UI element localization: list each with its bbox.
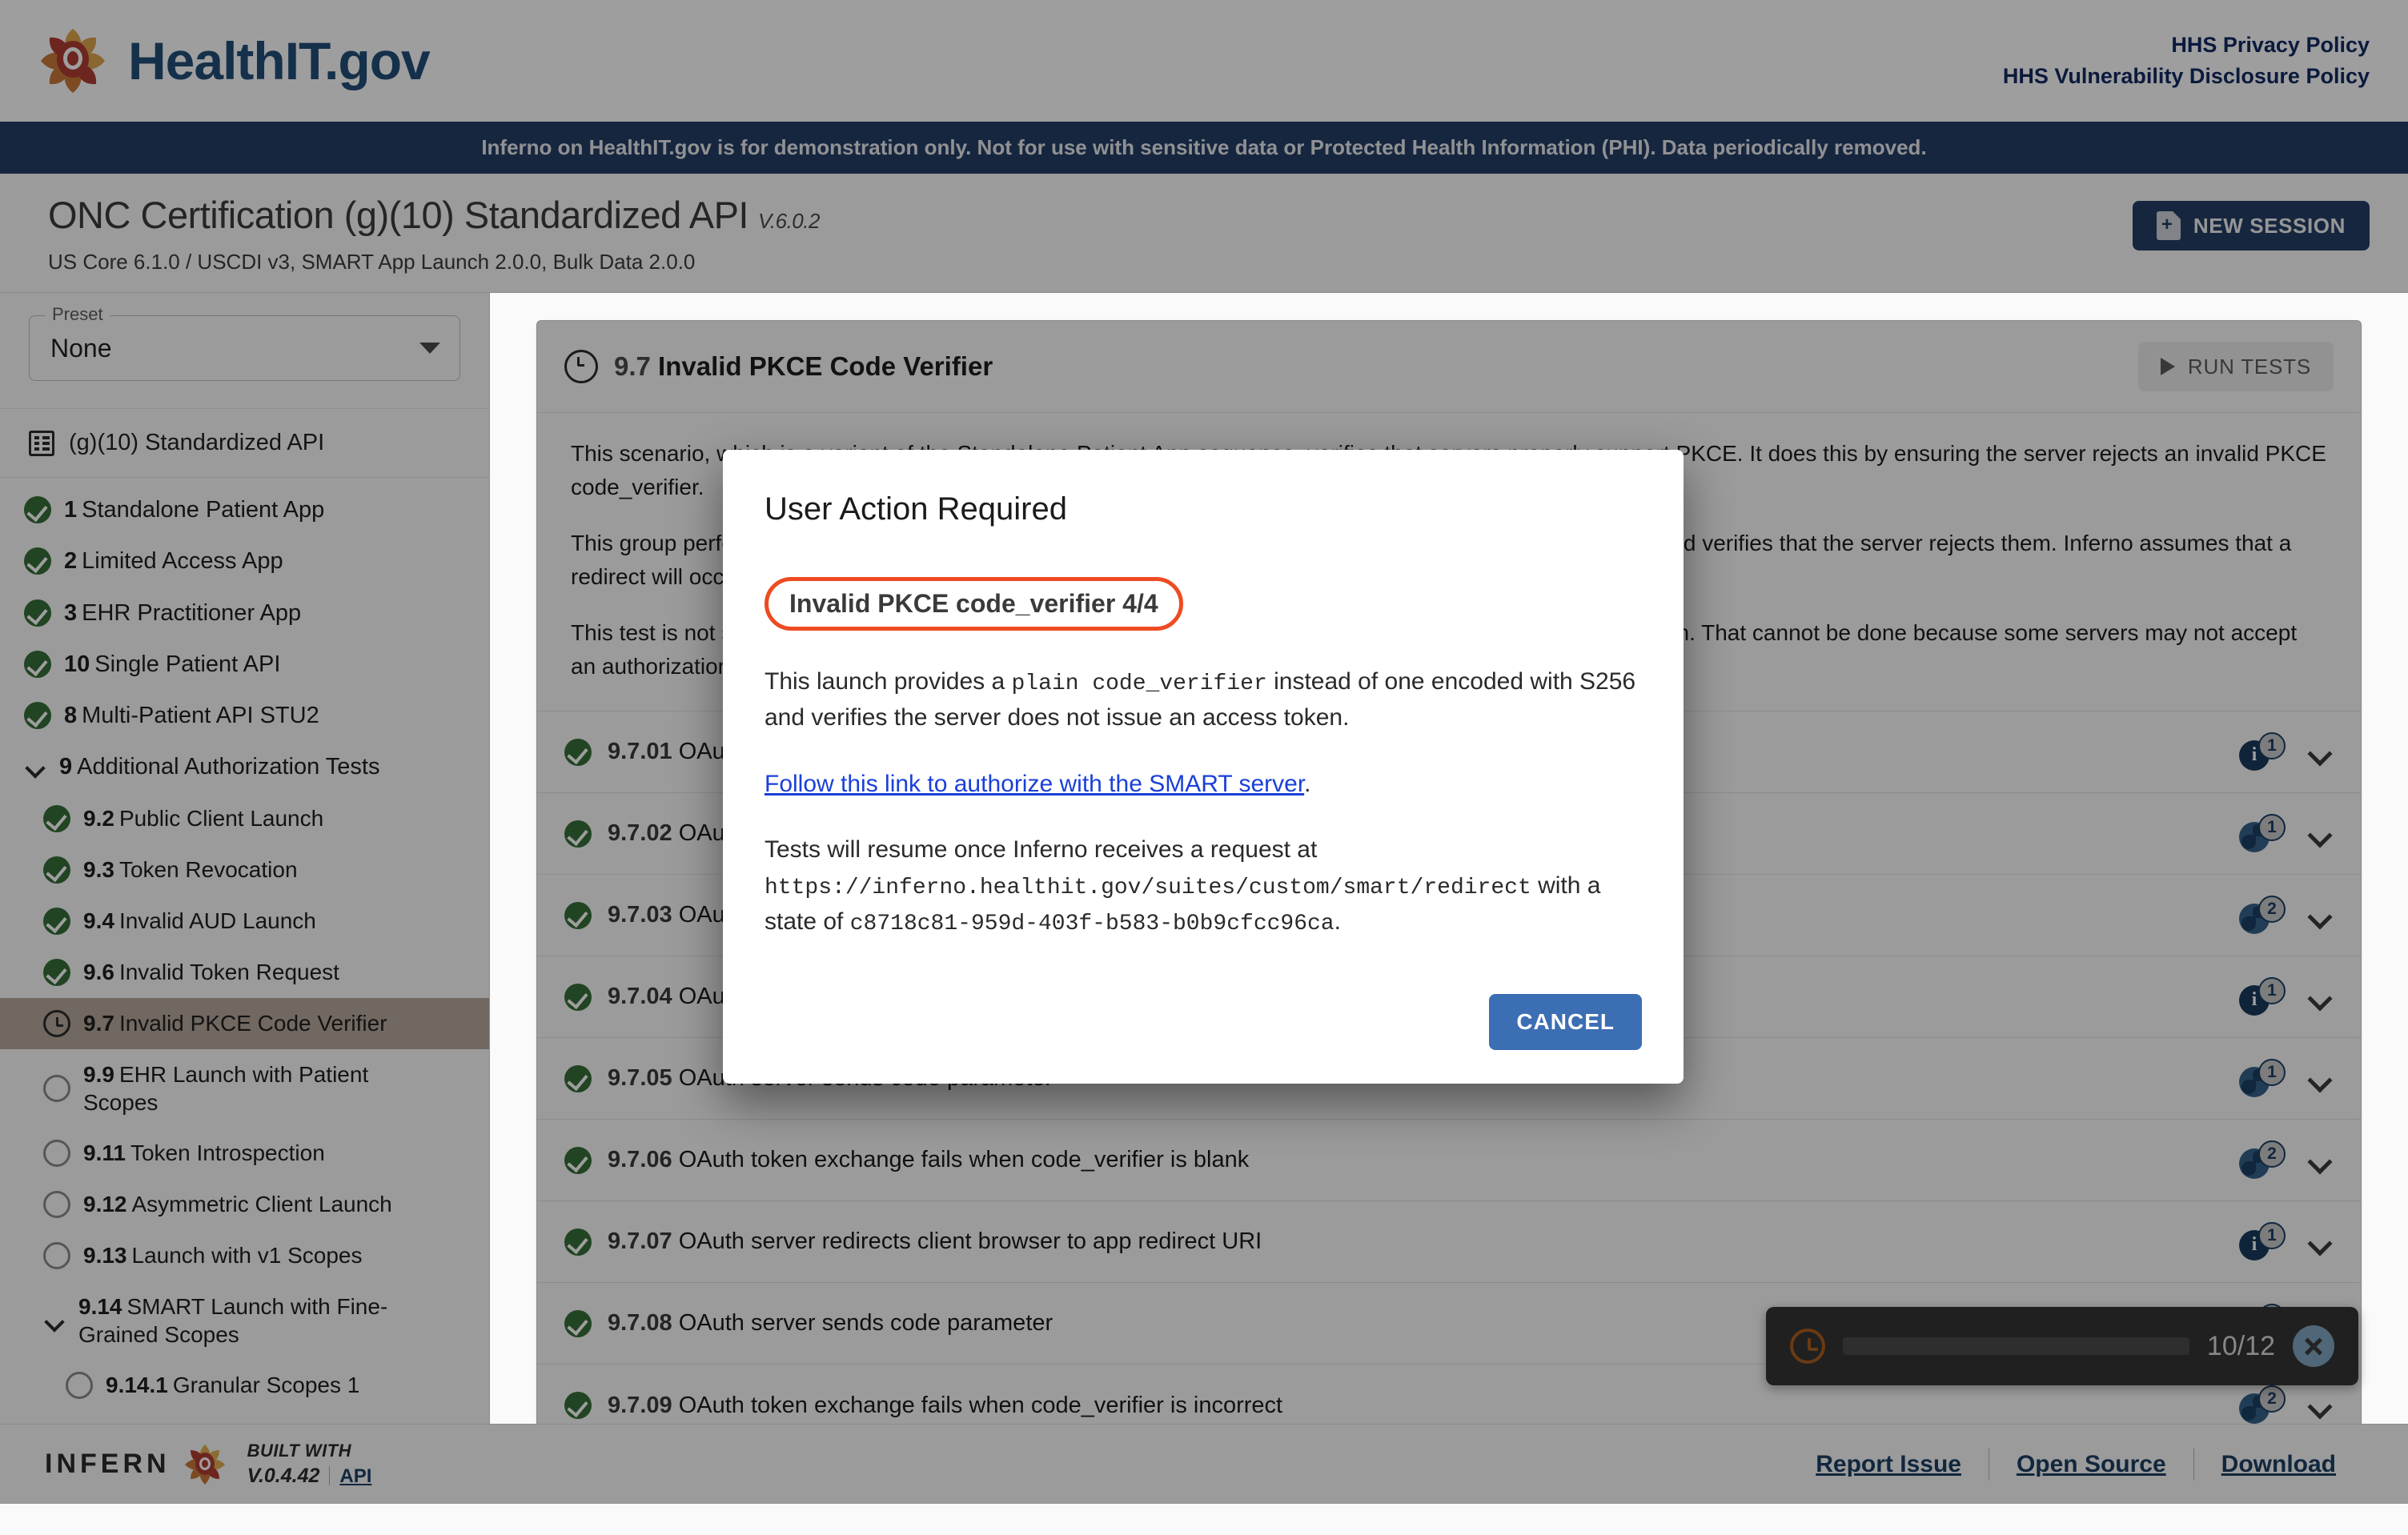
dialog-title: User Action Required: [765, 491, 1067, 527]
dialog-body: This launch provides a plain code_verifi…: [765, 664, 1642, 971]
dialog-text-c: Tests will resume once Inferno receives …: [765, 836, 1318, 864]
redirect-url: https://inferno.healthit.gov/suites/cust…: [765, 875, 1531, 900]
dialog-link-period: .: [1304, 770, 1311, 797]
cancel-button[interactable]: CANCEL: [1489, 994, 1642, 1050]
authorize-link[interactable]: Follow this link to authorize with the S…: [765, 771, 1304, 797]
dialog-text-e: .: [1334, 908, 1341, 936]
dialog-link-paragraph: Follow this link to authorize with the S…: [765, 767, 1642, 802]
dialog-actions: CANCEL: [765, 994, 1642, 1084]
app-root: HealthIT.gov HHS Privacy Policy HHS Vuln…: [0, 0, 2408, 1535]
dialog-paragraph-1: This launch provides a plain code_verifi…: [765, 664, 1642, 736]
dialog-text-a: This launch provides a: [765, 668, 1012, 695]
dialog-paragraph-2: Tests will resume once Inferno receives …: [765, 832, 1642, 940]
dialog-code-plain: plain code_verifier: [1011, 671, 1267, 696]
user-action-required-dialog: User Action Required Invalid PKCE code_v…: [723, 450, 1684, 1084]
status-badge: Invalid PKCE code_verifier 4/4: [765, 577, 1183, 631]
state-value: c8718c81-959d-403f-b583-b0b9cfcc96ca: [849, 912, 1334, 937]
